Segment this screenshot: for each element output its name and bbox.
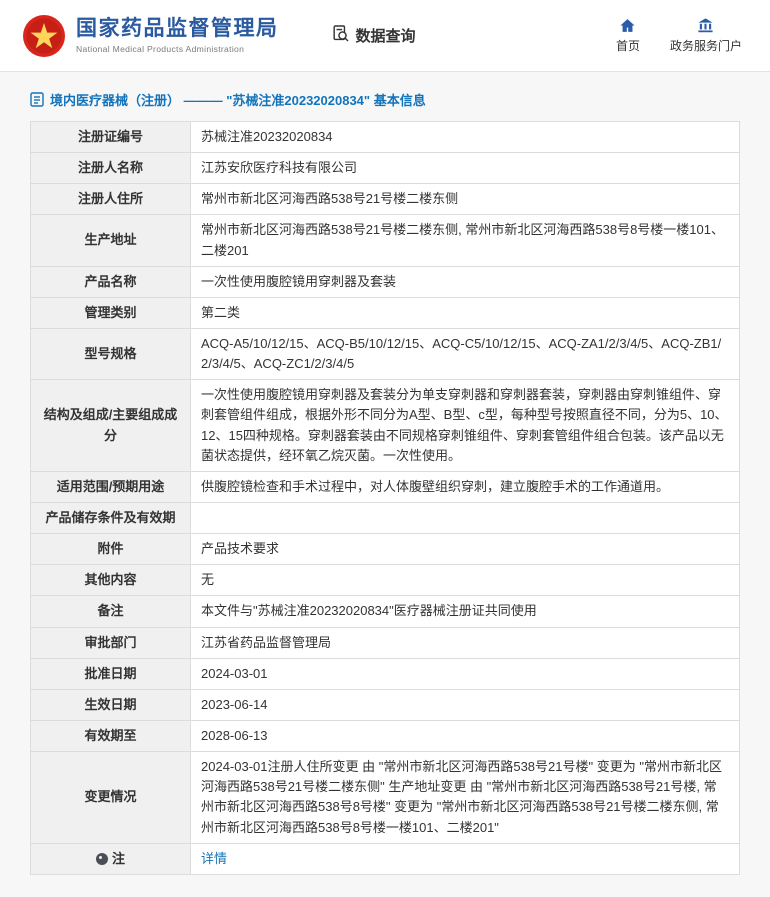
row-label: 审批部门 [31,627,191,658]
table-row: 产品储存条件及有效期 [31,502,740,533]
row-value: 一次性使用腹腔镜用穿刺器及套装 [191,266,740,297]
row-label: 有效期至 [31,720,191,751]
table-row: 备注本文件与"苏械注准20232020834"医疗器械注册证共同使用 [31,596,740,627]
row-value [191,502,740,533]
row-label: 产品名称 [31,266,191,297]
data-query-label: 数据查询 [356,25,416,46]
row-value: 详情 [191,843,740,874]
row-value: 第二类 [191,297,740,328]
page-title-text: 境内医疗器械（注册） ——— "苏械注准20232020834" 基本信息 [50,90,426,109]
home-icon [619,17,636,34]
row-value: 常州市新北区河海西路538号21号楼二楼东侧, 常州市新北区河海西路538号8号… [191,215,740,266]
table-row: 生产地址常州市新北区河海西路538号21号楼二楼东侧, 常州市新北区河海西路53… [31,215,740,266]
table-row: 其他内容无 [31,565,740,596]
government-building-icon [697,17,714,34]
row-value: 苏械注准20232020834 [191,122,740,153]
data-query-link[interactable]: 数据查询 [331,24,416,47]
row-value: 常州市新北区河海西路538号21号楼二楼东侧 [191,184,740,215]
org-name-en: National Medical Products Administration [76,44,279,54]
row-value: 一次性使用腹腔镜用穿刺器及套装分为单支穿刺器和穿刺器套装，穿刺器由穿刺锥组件、穿… [191,380,740,472]
row-label: 其他内容 [31,565,191,596]
row-value: 本文件与"苏械注准20232020834"医疗器械注册证共同使用 [191,596,740,627]
row-value: 无 [191,565,740,596]
row-label: 注册人名称 [31,153,191,184]
gov-portal-link[interactable]: 政务服务门户 [670,17,742,54]
row-value: 2024-03-01 [191,658,740,689]
row-label: 生效日期 [31,689,191,720]
row-label: 型号规格 [31,328,191,379]
nmpa-emblem-logo [22,14,66,58]
row-label: 生产地址 [31,215,191,266]
page-title: 境内医疗器械（注册） ——— "苏械注准20232020834" 基本信息 [30,90,740,109]
row-label: 注 [31,843,191,874]
table-row: 注册人名称江苏安欣医疗科技有限公司 [31,153,740,184]
table-row: 适用范围/预期用途供腹腔镜检查和手术过程中，对人体腹壁组织穿刺，建立腹腔手术的工… [31,471,740,502]
row-label: 变更情况 [31,752,191,844]
row-value: 供腹腔镜检查和手术过程中，对人体腹壁组织穿刺，建立腹腔手术的工作通道用。 [191,471,740,502]
table-row: 注册人住所常州市新北区河海西路538号21号楼二楼东侧 [31,184,740,215]
table-row: 变更情况2024-03-01注册人住所变更 由 "常州市新北区河海西路538号2… [31,752,740,844]
home-link[interactable]: 首页 [616,17,640,54]
row-value: 2028-06-13 [191,720,740,751]
brand-text: 国家药品监督管理局 National Medical Products Admi… [76,17,279,53]
row-value: 2024-03-01注册人住所变更 由 "常州市新北区河海西路538号21号楼"… [191,752,740,844]
table-row: 生效日期2023-06-14 [31,689,740,720]
table-row: 结构及组成/主要组成成分一次性使用腹腔镜用穿刺器及套装分为单支穿刺器和穿刺器套装… [31,380,740,472]
row-value: 江苏省药品监督管理局 [191,627,740,658]
org-name-cn: 国家药品监督管理局 [76,17,279,41]
table-row: 审批部门江苏省药品监督管理局 [31,627,740,658]
table-row: 产品名称一次性使用腹腔镜用穿刺器及套装 [31,266,740,297]
table-row: 注详情 [31,843,740,874]
top-nav: 首页 政务服务门户 [616,17,742,54]
table-row: 有效期至2028-06-13 [31,720,740,751]
row-value: 2023-06-14 [191,689,740,720]
document-search-icon [331,24,350,47]
table-row: 批准日期2024-03-01 [31,658,740,689]
row-label: 注册人住所 [31,184,191,215]
row-label: 附件 [31,534,191,565]
row-label: 产品储存条件及有效期 [31,502,191,533]
main-content: 境内医疗器械（注册） ——— "苏械注准20232020834" 基本信息 注册… [0,72,770,897]
info-table-body: 注册证编号苏械注准20232020834注册人名称江苏安欣医疗科技有限公司注册人… [31,122,740,875]
note-icon [96,853,108,865]
row-label: 适用范围/预期用途 [31,471,191,502]
detail-link[interactable]: 详情 [201,851,227,866]
row-value: 江苏安欣医疗科技有限公司 [191,153,740,184]
blue-document-icon [30,92,44,107]
row-label: 注册证编号 [31,122,191,153]
row-label: 管理类别 [31,297,191,328]
registration-info-table: 注册证编号苏械注准20232020834注册人名称江苏安欣医疗科技有限公司注册人… [30,121,740,875]
row-label: 结构及组成/主要组成成分 [31,380,191,472]
table-row: 型号规格ACQ-A5/10/12/15、ACQ-B5/10/12/15、ACQ-… [31,328,740,379]
brand: 国家药品监督管理局 National Medical Products Admi… [22,14,279,58]
top-header: 国家药品监督管理局 National Medical Products Admi… [0,0,770,72]
table-row: 附件产品技术要求 [31,534,740,565]
table-row: 管理类别第二类 [31,297,740,328]
row-label: 备注 [31,596,191,627]
portal-label: 政务服务门户 [670,37,742,54]
home-label: 首页 [616,37,640,54]
row-label: 批准日期 [31,658,191,689]
row-value: ACQ-A5/10/12/15、ACQ-B5/10/12/15、ACQ-C5/1… [191,328,740,379]
table-row: 注册证编号苏械注准20232020834 [31,122,740,153]
row-value: 产品技术要求 [191,534,740,565]
